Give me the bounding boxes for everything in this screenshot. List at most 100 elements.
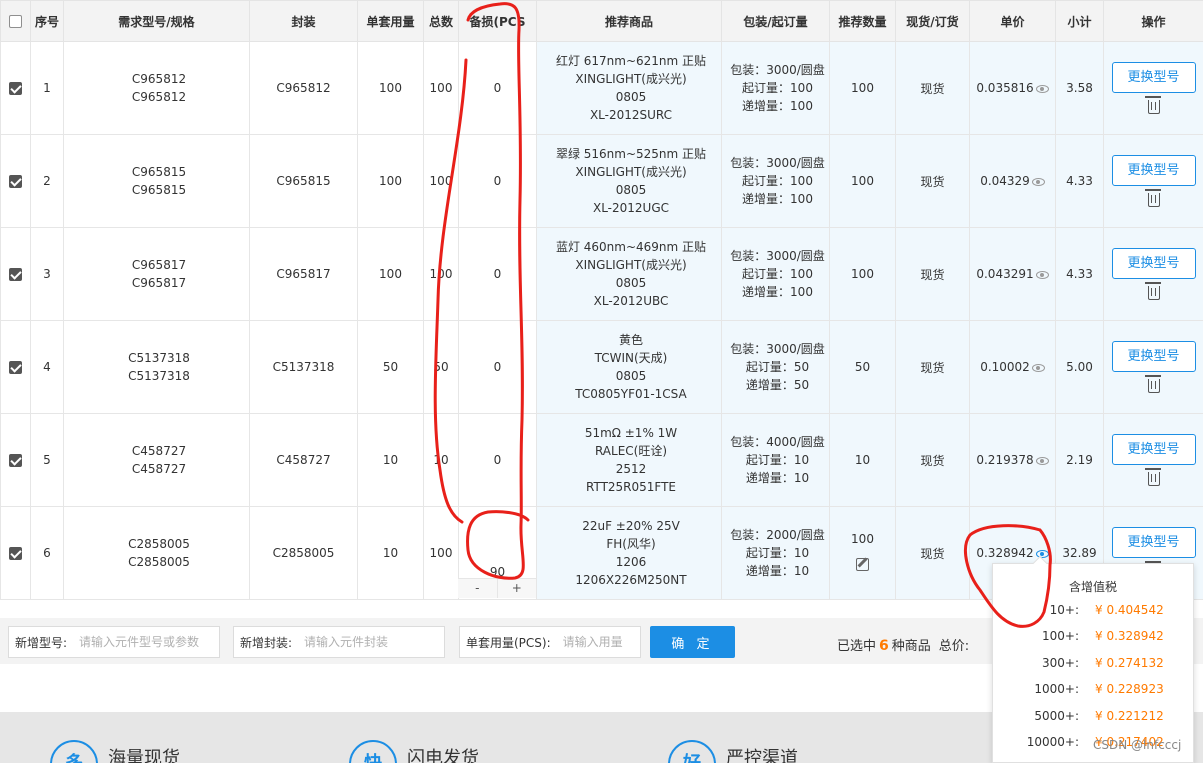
eye-icon[interactable] [1035,456,1049,465]
pack-moq: 起订量：100 [742,267,813,281]
row-spare-input[interactable]: 0 [458,41,537,135]
trash-icon[interactable] [1144,189,1161,207]
row-stock: 现货 [895,506,970,600]
tier-qty: 300+: [1041,655,1079,670]
row-per-set: 100 [357,41,424,135]
rec-model: XL-2012SURC [589,108,673,122]
row-select-cell[interactable] [0,413,31,507]
usage-field[interactable]: 单套用量(PCS): [459,626,641,658]
row-part-number: C965817 [131,258,187,272]
price-tier-popup: 含增值税 10+: ¥ 0.404542 100+: ¥ 0.328942 300+: ¥… [992,555,1194,763]
row-unit-price: 0.10002 [980,360,1030,374]
select-all-checkbox[interactable] [9,15,22,28]
header-spare: 备损(PCS [458,0,537,42]
swap-model-button[interactable]: 更换型号 [1111,248,1196,279]
row-stock: 现货 [895,413,970,507]
rec-desc: 翠绿 516nm~525nm 正贴 [555,147,707,161]
new-model-field[interactable]: 新增型号: [8,626,220,658]
row-select-cell[interactable] [0,320,31,414]
feature-stock: 多 海量现货 [50,740,180,763]
eye-icon[interactable] [1031,177,1045,186]
row-recommended-cell: 红灯 617nm~621nm 正贴 XINGLIGHT(成兴光) 0805 XL-20… [536,41,722,135]
trash-icon[interactable] [1144,282,1161,300]
swap-model-button[interactable]: 更换型号 [1111,341,1196,372]
row-per-set: 100 [357,227,424,321]
row-stock: 现货 [895,134,970,228]
row-checkbox[interactable] [9,268,22,281]
row-select-cell[interactable] [0,134,31,228]
row-total: 100 [423,227,459,321]
new-model-input[interactable] [79,635,219,649]
rec-package: 0805 [615,90,647,104]
confirm-button[interactable]: 确 定 [650,626,735,658]
row-select-cell[interactable] [0,506,31,600]
row-checkbox[interactable] [9,454,22,467]
row-total: 100 [423,506,459,600]
swap-model-button[interactable]: 更换型号 [1111,527,1196,558]
row-checkbox[interactable] [9,361,22,374]
rec-brand: XINGLIGHT(成兴光) [575,165,687,179]
row-part-number: C2858005 [128,537,190,551]
rec-model: TC0805YF01-1CSA [575,387,687,401]
header-recommended: 推荐商品 [536,0,722,42]
row-unit-price: 0.328942 [976,546,1034,560]
row-spare-input[interactable]: 0 [458,227,537,321]
feature-shipping: 快 闪电发货 [349,740,479,763]
row-checkbox[interactable] [9,175,22,188]
row-per-set: 10 [357,413,424,507]
row-no: 1 [30,41,64,135]
row-spare-input[interactable]: 0 [458,320,537,414]
row-part-cell: C2858005 C2858005 [63,506,250,600]
swap-model-button[interactable]: 更换型号 [1111,155,1196,186]
spare-decrement-button[interactable]: - [458,579,498,598]
header-select-all[interactable] [0,0,31,42]
row-select-cell[interactable] [0,227,31,321]
price-tier-row: 300+: ¥ 0.274132 [993,656,1183,674]
feature-shipping-label: 闪电发货 [407,748,479,763]
pack-increment: 递增量：50 [745,378,810,392]
swap-model-button[interactable]: 更换型号 [1111,62,1196,93]
new-package-field[interactable]: 新增封装: [233,626,445,658]
row-part-cell: C965812 C965812 [63,41,250,135]
row-package: C965817 [249,227,358,321]
selected-suffix: 种商品 [891,639,931,654]
row-checkbox[interactable] [9,547,22,560]
row-unit-price: 0.04329 [980,174,1030,188]
row-spare-input[interactable]: 0 [458,413,537,507]
trash-icon[interactable] [1144,96,1161,114]
eye-icon[interactable] [1035,549,1049,558]
tier-price: ¥ 0.228923 [1095,682,1164,697]
rec-desc: 红灯 617nm~621nm 正贴 [555,54,707,68]
watermark: CSDN @lnfcccj [1093,738,1182,752]
tier-qty: 1000+: [1034,682,1079,697]
pack-moq: 起订量：100 [742,81,813,95]
header-package: 封装 [249,0,358,42]
row-part-spec: C965812 [131,90,187,104]
row-select-cell[interactable] [0,41,31,135]
eye-icon[interactable] [1035,84,1049,93]
spare-increment-button[interactable]: + [498,579,537,598]
eye-icon[interactable] [1031,363,1045,372]
row-subtotal: 2.19 [1055,413,1104,507]
row-recommended-cell: 蓝灯 460nm~469nm 正贴 XINGLIGHT(成兴光) 0805 XL-20… [536,227,722,321]
row-rec-qty: 100 [851,81,874,95]
trash-icon[interactable] [1144,468,1161,486]
eye-icon[interactable] [1035,270,1049,279]
rec-desc: 黄色 [618,333,643,347]
row-checkbox[interactable] [9,82,22,95]
header-per-set: 单套用量 [357,0,424,42]
swap-model-button[interactable]: 更换型号 [1111,434,1196,465]
usage-label: 单套用量(PCS): [466,635,551,650]
usage-input[interactable] [562,635,640,649]
row-stock: 现货 [895,41,970,135]
row-rec-qty-cell: 10 [829,413,896,507]
new-package-input[interactable] [304,635,444,649]
rec-brand: RALEC(旺诠) [594,444,668,458]
row-spare-input[interactable]: 0 [458,134,537,228]
trash-icon[interactable] [1144,375,1161,393]
edit-icon[interactable] [856,558,869,571]
rec-model: XL-2012UBC [593,294,669,308]
pack-moq: 起订量：10 [745,453,810,467]
table-row: 2 C965815 C965815 C965815 100 100 0 翠绿 516nm~52… [0,134,1203,228]
feature-stock-label: 海量现货 [108,748,180,763]
